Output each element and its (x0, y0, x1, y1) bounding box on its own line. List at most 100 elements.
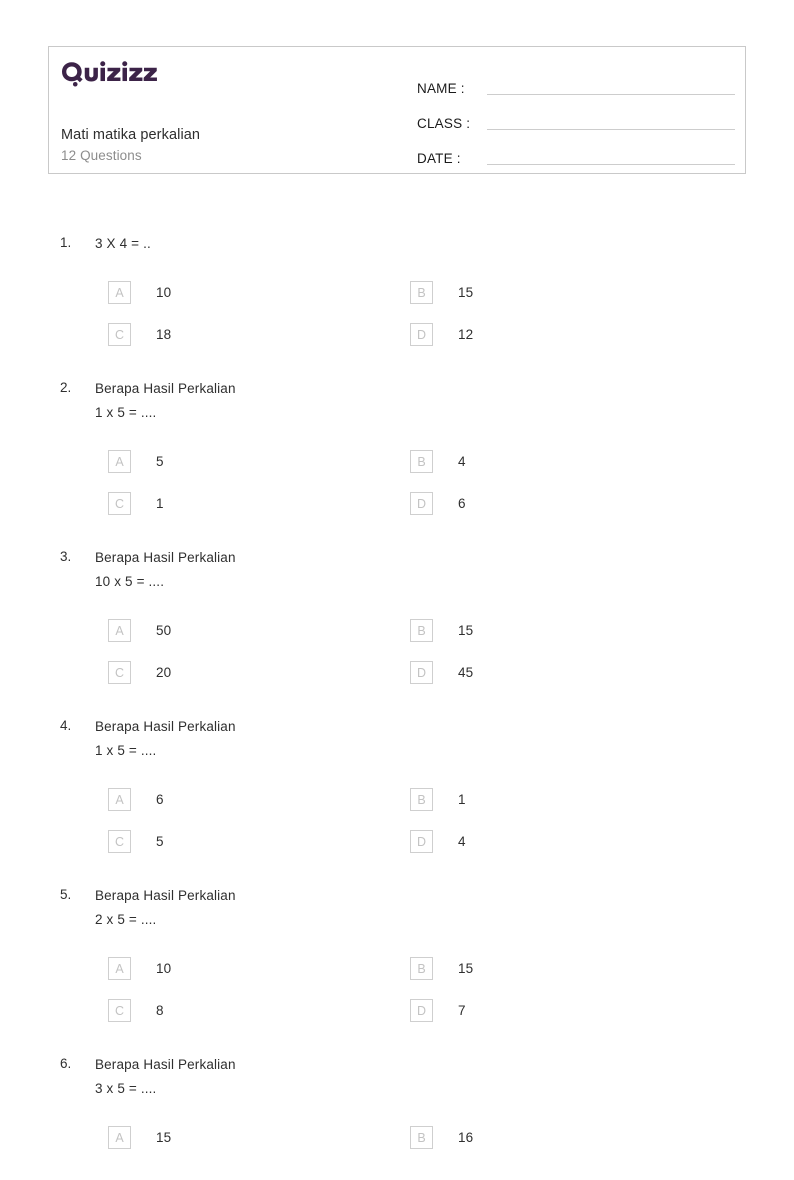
option-text: 16 (458, 1130, 474, 1145)
answer-options: A 50 B 15 C 20 D 45 (60, 610, 760, 694)
answer-options: A5B4C1D6 (60, 441, 760, 525)
name-field-input[interactable] (487, 93, 735, 95)
option-letter-box[interactable]: A (108, 788, 131, 811)
class-field-input[interactable] (487, 128, 735, 130)
option-letter-box[interactable]: D (410, 830, 433, 853)
name-field-label: NAME : (417, 81, 465, 96)
question-block: 1. 3 X 4 = .. A 10 B 15 C 18 D 12 (0, 232, 794, 356)
option-text: 15 (156, 1130, 172, 1145)
option-letter-box[interactable]: B (410, 788, 433, 811)
answer-option[interactable]: B4 (410, 441, 760, 483)
question-text: Berapa Hasil Perkalian 1 x 5 = .... (95, 380, 236, 421)
date-field-label: DATE : (417, 151, 461, 166)
option-text: 4 (458, 454, 466, 469)
option-letter-box[interactable]: C (108, 492, 131, 515)
class-field-row: CLASS : (417, 101, 735, 133)
answer-option[interactable]: A 10 (60, 948, 410, 990)
worksheet-header-card: Mati matika perkalian 12 Questions NAME … (48, 46, 746, 174)
answer-option[interactable]: B1 (410, 779, 760, 821)
option-letter-box[interactable]: A (108, 619, 131, 642)
answer-option[interactable]: D 12 (410, 314, 760, 356)
question-count-label: 12 Questions (61, 148, 142, 163)
student-info-fields: NAME : CLASS : DATE : (417, 66, 735, 171)
worksheet-title: Mati matika perkalian (61, 127, 201, 143)
answer-option[interactable]: B 15 (410, 948, 760, 990)
answer-option[interactable]: C8 (60, 990, 410, 1032)
option-text: 8 (156, 1003, 164, 1018)
question-head: Berapa Hasil Perkalian 1 x 5 = .... (60, 377, 794, 426)
question-block: 6. Berapa Hasil Perkalian 3 x 5 = .... A 15… (0, 1053, 794, 1159)
question-number: 2. (60, 379, 72, 395)
date-field-row: DATE : (417, 136, 735, 168)
answer-option[interactable]: B 15 (410, 272, 760, 314)
option-text: 7 (458, 1003, 466, 1018)
option-letter-box[interactable]: C (108, 323, 131, 346)
option-letter-box[interactable]: A (108, 1126, 131, 1149)
option-letter-box[interactable]: D (410, 661, 433, 684)
question-text: Berapa Hasil Perkalian 2 x 5 = .... (95, 887, 236, 928)
question-number: 4. (60, 717, 72, 733)
question-block: 2. Berapa Hasil Perkalian 1 x 5 = .... A 5 B… (0, 377, 794, 525)
option-letter-box[interactable]: C (108, 830, 131, 853)
option-letter-box[interactable]: C (108, 661, 131, 684)
question-text: 3 X 4 = .. (95, 236, 151, 251)
question-text: Berapa Hasil Perkalian 10 x 5 = .... (95, 549, 236, 590)
option-letter-box[interactable]: A (108, 281, 131, 304)
option-letter-box[interactable]: A (108, 450, 131, 473)
name-field-row: NAME : (417, 66, 735, 98)
question-block: 4. Berapa Hasil Perkalian 1 x 5 = .... A 6 B… (0, 715, 794, 863)
question-block: 3. Berapa Hasil Perkalian 10 x 5 = .... A 5… (0, 546, 794, 694)
question-head: Berapa Hasil Perkalian 1 x 5 = .... (60, 715, 794, 764)
question-head: Berapa Hasil Perkalian 2 x 5 = .... (60, 884, 794, 933)
answer-option[interactable]: B 15 (410, 610, 760, 652)
question-text: Berapa Hasil Perkalian 3 x 5 = .... (95, 1056, 236, 1097)
answer-option[interactable]: D4 (410, 821, 760, 863)
option-text: 6 (156, 792, 164, 807)
question-text: Berapa Hasil Perkalian 1 x 5 = .... (95, 718, 236, 759)
option-text: 5 (156, 454, 164, 469)
question-head: Berapa Hasil Perkalian 10 x 5 = .... (60, 546, 794, 595)
question-number: 3. (60, 548, 72, 564)
answer-option[interactable]: A5 (60, 441, 410, 483)
option-text: 6 (458, 496, 466, 511)
option-letter-box[interactable]: D (410, 999, 433, 1022)
answer-option[interactable]: C1 (60, 483, 410, 525)
option-text: 15 (458, 961, 474, 976)
question-list: 1. 3 X 4 = .. A 10 B 15 C 18 D 12 2. Berapa Hasil P… (0, 232, 794, 1180)
answer-option[interactable]: A 10 (60, 272, 410, 314)
date-field-input[interactable] (487, 163, 735, 165)
answer-option[interactable]: A 50 (60, 610, 410, 652)
option-text: 1 (156, 496, 164, 511)
answer-option[interactable]: A6 (60, 779, 410, 821)
question-head: 3 X 4 = .. (60, 232, 794, 257)
option-text: 4 (458, 834, 466, 849)
option-letter-box[interactable]: B (410, 1126, 433, 1149)
question-block: 5. Berapa Hasil Perkalian 2 x 5 = .... A 10… (0, 884, 794, 1032)
answer-option[interactable]: C 20 (60, 652, 410, 694)
answer-option[interactable]: D 45 (410, 652, 760, 694)
option-letter-box[interactable]: B (410, 450, 433, 473)
option-letter-box[interactable]: D (410, 492, 433, 515)
option-text: 10 (156, 285, 172, 300)
option-text: 1 (458, 792, 466, 807)
option-text: 15 (458, 285, 474, 300)
answer-option[interactable]: D6 (410, 483, 760, 525)
option-letter-box[interactable]: D (410, 323, 433, 346)
option-text: 18 (156, 327, 172, 342)
answer-option[interactable]: C 18 (60, 314, 410, 356)
option-text: 45 (458, 665, 474, 680)
option-letter-box[interactable]: B (410, 619, 433, 642)
quizizz-logo (61, 59, 157, 89)
question-number: 1. (60, 235, 72, 250)
option-letter-box[interactable]: C (108, 999, 131, 1022)
question-head: Berapa Hasil Perkalian 3 x 5 = .... (60, 1053, 794, 1102)
option-text: 5 (156, 834, 164, 849)
option-letter-box[interactable]: B (410, 957, 433, 980)
option-text: 15 (458, 623, 474, 638)
answer-option[interactable]: C5 (60, 821, 410, 863)
answer-option[interactable]: D7 (410, 990, 760, 1032)
option-text: 10 (156, 961, 172, 976)
answer-options: A 10 B 15 C 18 D 12 (60, 272, 760, 356)
option-letter-box[interactable]: B (410, 281, 433, 304)
option-letter-box[interactable]: A (108, 957, 131, 980)
